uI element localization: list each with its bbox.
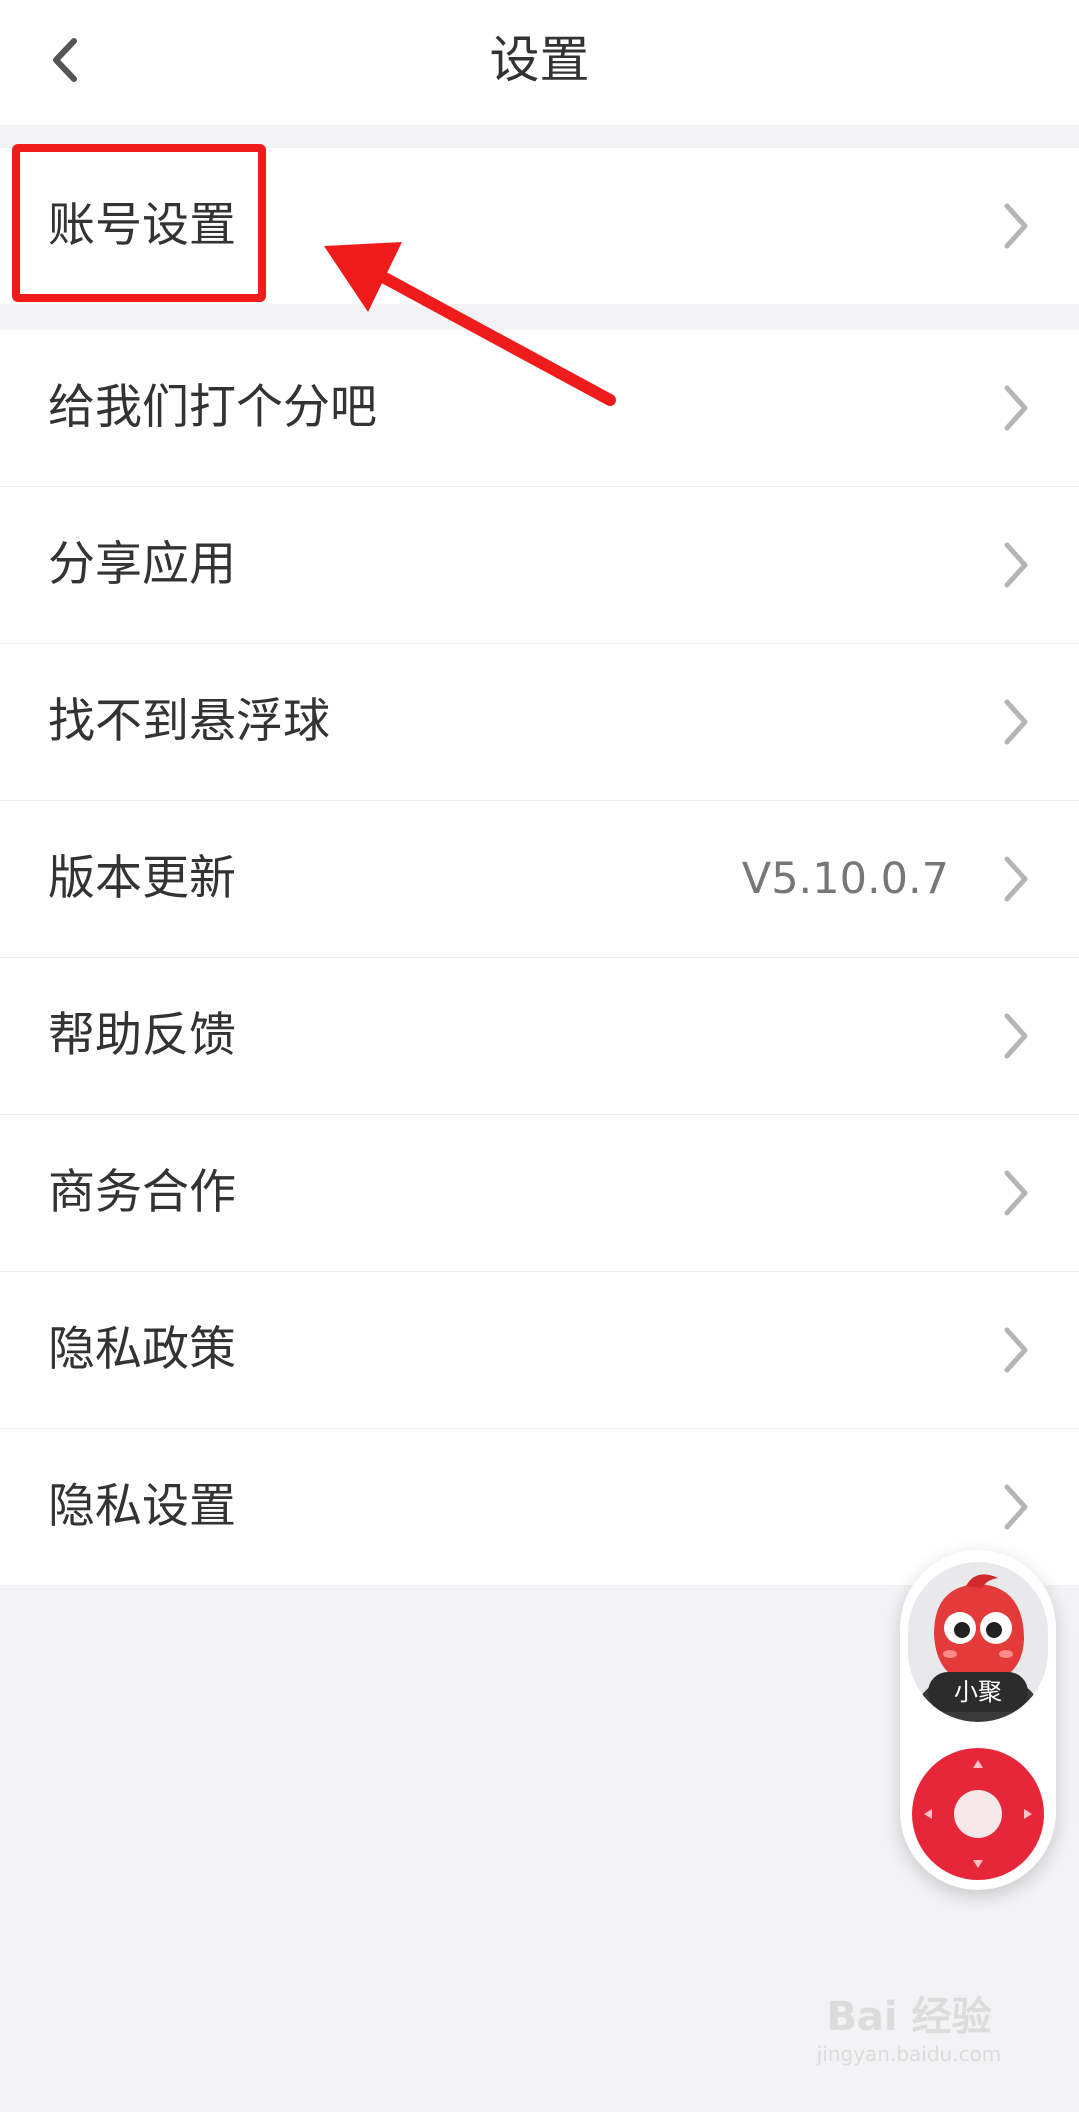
page-title: 设置 <box>489 31 590 89</box>
annotation-arrow <box>324 242 616 406</box>
settings-group-general: 给我们打个分吧 分享应用 找不到悬浮球 版本更新 V5.10.0.7 帮助反馈 … <box>0 330 1079 1585</box>
chevron-right-icon <box>1004 699 1028 745</box>
mascot-label: 小聚 <box>928 1672 1028 1712</box>
settings-item-business[interactable]: 商务合作 <box>0 1115 1079 1272</box>
version-number: V5.10.0.7 <box>741 854 949 904</box>
floating-ball[interactable]: 小聚 <box>900 1550 1056 1890</box>
settings-item-label: 隐私设置 <box>48 1479 236 1534</box>
mascot-avatar[interactable]: 小聚 <box>908 1562 1048 1722</box>
watermark-url: jingyan.baidu.com <box>816 2042 1002 2066</box>
settings-item-label: 找不到悬浮球 <box>48 694 330 749</box>
joystick-control[interactable] <box>912 1748 1044 1880</box>
settings-item-label: 版本更新 <box>48 851 236 906</box>
annotation-highlight-box <box>12 144 266 302</box>
top-bar: 设置 <box>0 0 1079 125</box>
settings-item-help-feedback[interactable]: 帮助反馈 <box>0 958 1079 1115</box>
chevron-right-icon <box>1004 542 1028 588</box>
chevron-right-icon <box>1004 203 1028 249</box>
chevron-right-icon <box>1004 1484 1028 1530</box>
chevron-right-icon <box>1004 385 1028 431</box>
chevron-right-icon <box>1004 856 1028 902</box>
settings-item-share-app[interactable]: 分享应用 <box>0 487 1079 644</box>
chevron-right-icon <box>1004 1170 1028 1216</box>
settings-item-label: 隐私政策 <box>48 1322 236 1377</box>
watermark-logo: Bai 经验 <box>826 1994 992 2040</box>
settings-item-label: 分享应用 <box>48 537 236 592</box>
dpad-icon <box>924 1760 1032 1868</box>
settings-item-label: 商务合作 <box>48 1165 236 1220</box>
settings-item-privacy-policy[interactable]: 隐私政策 <box>0 1272 1079 1429</box>
chevron-right-icon <box>1004 1013 1028 1059</box>
settings-item-version-update[interactable]: 版本更新 V5.10.0.7 <box>0 801 1079 958</box>
chevron-right-icon <box>1004 1327 1028 1373</box>
settings-item-label: 帮助反馈 <box>48 1008 236 1063</box>
settings-item-find-floating-ball[interactable]: 找不到悬浮球 <box>0 644 1079 801</box>
watermark: Bai 经验 jingyan.baidu.com <box>799 1992 1019 2082</box>
